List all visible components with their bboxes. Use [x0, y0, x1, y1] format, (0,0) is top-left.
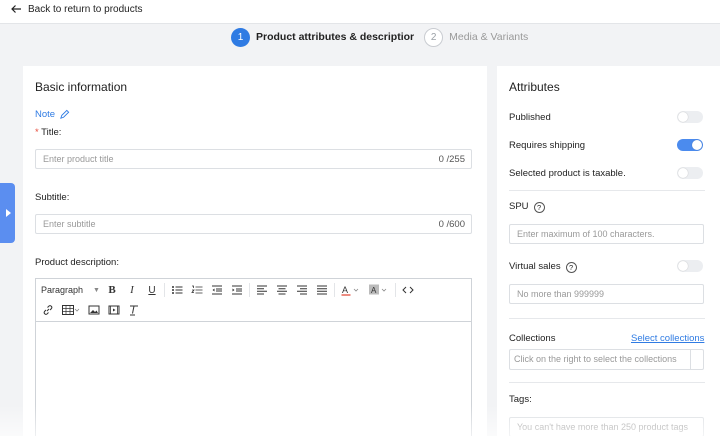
description-label-row: Product description:	[35, 257, 119, 268]
note-link[interactable]: Note	[35, 109, 70, 120]
title-label: Title	[41, 127, 59, 138]
required-asterisk: *	[35, 127, 39, 138]
editor-content-area[interactable]	[36, 322, 471, 436]
tags-label: Tags	[509, 394, 530, 405]
align-justify-icon[interactable]	[312, 282, 332, 298]
editor-toolbar: Paragraph ▼ B I U A A	[36, 279, 471, 322]
collections-label: Collections	[509, 333, 556, 344]
chevron-down-icon: ▼	[93, 286, 100, 294]
paragraph-label: Paragraph	[41, 285, 84, 295]
collections-select[interactable]: Click on the right to select the collect…	[509, 349, 704, 370]
attributes-card: Attributes Published Requires shipping S…	[497, 66, 720, 436]
help-icon[interactable]: ?	[565, 262, 577, 273]
bold-icon[interactable]: B	[102, 282, 122, 298]
arrow-left-icon	[11, 5, 21, 13]
tags-placeholder: You can't have more than 250 product tag…	[517, 422, 689, 432]
title-input[interactable]: Enter product title 0 /255	[35, 149, 472, 169]
virtual-sales-placeholder: No more than 999999	[517, 289, 605, 299]
select-collections-link[interactable]: Select collections	[631, 333, 704, 344]
description-label: Product description	[35, 257, 117, 268]
title-label-row: * Title:	[35, 127, 62, 138]
bullet-list-icon[interactable]	[167, 282, 187, 298]
subtitle-label-row: Subtitle:	[35, 192, 70, 203]
code-icon[interactable]	[398, 282, 418, 298]
published-label: Published	[509, 112, 551, 123]
virtual-sales-label: Virtual sales	[509, 261, 561, 272]
tags-label-row: Tags:	[509, 394, 532, 405]
title-placeholder: Enter product title	[43, 154, 114, 164]
align-right-icon[interactable]	[292, 282, 312, 298]
divider	[509, 382, 705, 383]
attributes-title: Attributes	[509, 80, 560, 94]
divider	[509, 318, 705, 319]
paragraph-select[interactable]: Paragraph ▼	[36, 282, 102, 298]
taxable-toggle[interactable]	[677, 167, 703, 179]
align-center-icon[interactable]	[272, 282, 292, 298]
svg-text:A: A	[371, 286, 377, 295]
collections-placeholder: Click on the right to select the collect…	[514, 354, 677, 364]
table-icon[interactable]	[58, 302, 84, 318]
virtual-sales-input[interactable]: No more than 999999	[509, 284, 704, 304]
requires-shipping-label: Requires shipping	[509, 140, 586, 151]
step-indicator: 1 Product attributes & descriptior 2 Med…	[231, 27, 528, 47]
back-button[interactable]: Back to return to products	[10, 3, 143, 15]
help-icon[interactable]: ?	[533, 202, 545, 213]
taxable-label: Selected product is taxable.	[509, 168, 626, 179]
step-2-circle[interactable]: 2	[424, 27, 444, 47]
subtitle-input[interactable]: Enter subtitle 0 /600	[35, 214, 472, 234]
video-icon[interactable]	[104, 302, 124, 318]
spu-input[interactable]: Enter maximum of 100 characters.	[509, 224, 704, 244]
virtual-sales-toggle[interactable]	[677, 260, 703, 272]
align-left-icon[interactable]	[252, 282, 272, 298]
subtitle-placeholder: Enter subtitle	[43, 219, 96, 229]
spu-label-row: SPU?	[509, 201, 545, 213]
back-label: Back to return to products	[28, 3, 143, 15]
numbered-list-icon[interactable]	[187, 282, 207, 298]
basic-info-title: Basic information	[35, 80, 128, 94]
pencil-icon	[60, 109, 70, 119]
requires-shipping-toggle[interactable]	[677, 139, 703, 151]
indent-icon[interactable]	[227, 282, 247, 298]
font-color-icon[interactable]: A	[337, 282, 365, 298]
tags-input[interactable]: You can't have more than 250 product tag…	[509, 417, 704, 436]
divider	[509, 190, 705, 191]
clear-format-icon[interactable]	[124, 302, 144, 318]
italic-icon[interactable]: I	[122, 282, 142, 298]
subtitle-char-count: 0 /600	[438, 219, 465, 230]
spu-placeholder: Enter maximum of 100 characters.	[517, 229, 655, 239]
title-char-count: 0 /255	[438, 154, 465, 165]
top-bar: Back to return to products	[0, 0, 720, 24]
link-icon[interactable]	[38, 302, 58, 318]
subtitle-label: Subtitle	[35, 192, 67, 203]
background-color-icon[interactable]: A	[365, 282, 393, 298]
step-1-label[interactable]: Product attributes & descriptior	[256, 31, 414, 43]
rich-text-editor: Paragraph ▼ B I U A A	[35, 278, 472, 436]
step-2-label[interactable]: Media & Variants	[449, 31, 528, 43]
published-toggle[interactable]	[677, 111, 703, 123]
step-1-circle[interactable]: 1	[231, 27, 250, 47]
caret-right-icon	[5, 209, 11, 217]
outdent-icon[interactable]	[207, 282, 227, 298]
svg-text:A: A	[342, 285, 348, 295]
image-icon[interactable]	[84, 302, 104, 318]
note-label: Note	[35, 109, 56, 120]
underline-icon[interactable]: U	[142, 282, 162, 298]
virtual-sales-label-row: Virtual sales?	[509, 261, 577, 273]
spu-label: SPU	[509, 201, 529, 212]
side-expand-tab[interactable]	[0, 183, 15, 243]
basic-info-card: Basic information Note * Title: Enter pr…	[23, 66, 487, 436]
